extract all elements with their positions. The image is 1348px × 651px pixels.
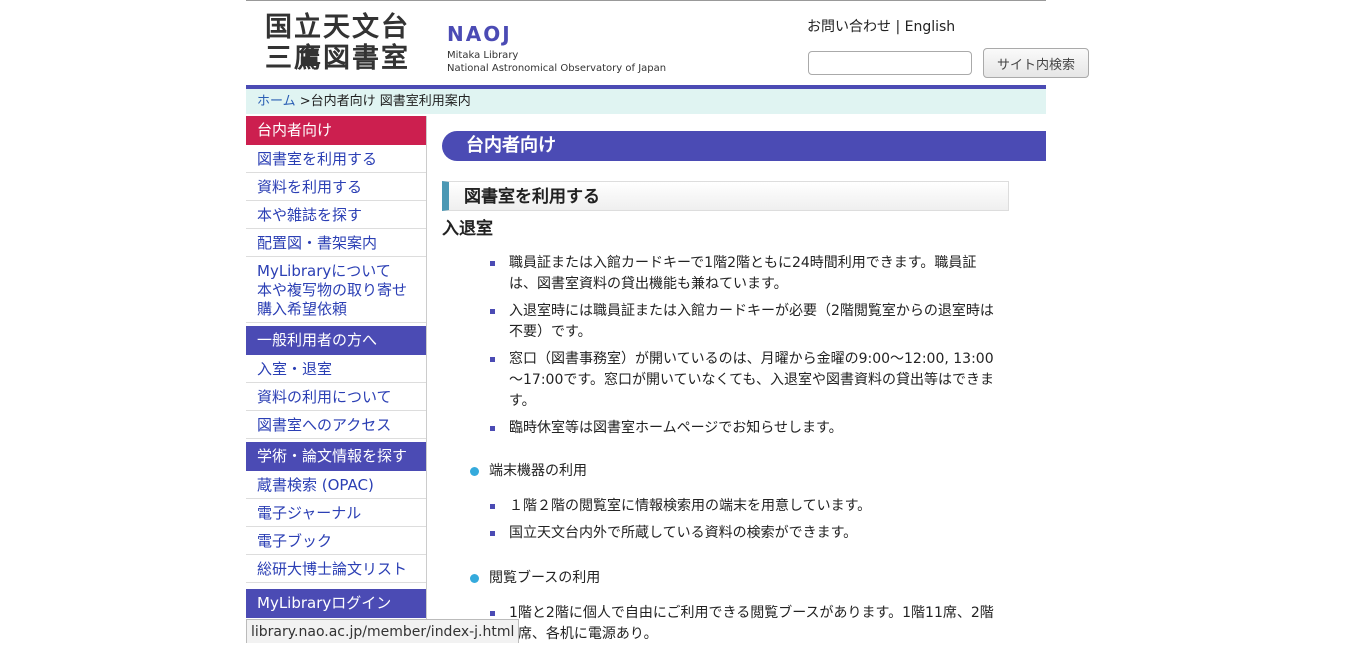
sidebar-mylibrary-login[interactable]: MyLibraryログイン (246, 589, 426, 618)
list-item: 国立天文台内外で所蔵している資料の検索ができます。 (490, 523, 1000, 544)
english-link[interactable]: English (905, 19, 956, 35)
top-links: お問い合わせ | English (807, 16, 955, 36)
breadcrumb-current: >台内者向け 図書室利用案内 (295, 94, 471, 109)
sidebar-section-internal[interactable]: 台内者向け (246, 116, 426, 145)
logo-jp-line1: 国立天文台 (265, 12, 410, 43)
site-search-input[interactable] (808, 51, 972, 75)
contact-link[interactable]: お問い合わせ (807, 19, 891, 35)
sidebar-link[interactable]: 電子ブック (257, 532, 426, 551)
sidebar-item-use-materials[interactable]: 資料を利用する (246, 173, 426, 201)
sidebar-link[interactable]: 蔵書検索 (OPAC) (257, 476, 426, 495)
sidebar-link[interactable]: 図書室を利用する (257, 150, 426, 169)
naoj-logo[interactable]: NAOJ (447, 22, 512, 46)
breadcrumb: ホーム >台内者向け 図書室利用案内 (246, 89, 1046, 114)
sidebar-section-general[interactable]: 一般利用者の方へ (246, 326, 426, 355)
logo-english-text: Mitaka Library National Astronomical Obs… (447, 49, 666, 75)
sidebar-item-floor-map[interactable]: 配置図・書架案内 (246, 229, 426, 257)
sidebar-link[interactable]: 電子ジャーナル (257, 504, 426, 523)
sidebar-link[interactable]: 配置図・書架案内 (257, 234, 426, 253)
terminal-list: １階２階の閲覧室に情報検索用の端末を用意しています。 国立天文台内外で所蔵してい… (490, 496, 1000, 544)
sidebar-link[interactable]: 資料を利用する (257, 178, 426, 197)
sidebar-link[interactable]: MyLibraryについて (257, 262, 426, 281)
logo-en-line2: National Astronomical Observatory of Jap… (447, 63, 667, 74)
logo-en-line1: Mitaka Library (447, 50, 519, 61)
sidebar-section-research[interactable]: 学術・論文情報を探す (246, 442, 426, 471)
sidebar-item-use-library[interactable]: 図書室を利用する (246, 145, 426, 173)
link-separator: | (891, 19, 905, 35)
sidebar-item-ejournal[interactable]: 電子ジャーナル (246, 499, 426, 527)
list-item: 窓口（図書事務室）が開いているのは、月曜から金曜の9:00～12:00, 13:… (490, 349, 1000, 412)
breadcrumb-home[interactable]: ホーム (257, 94, 296, 109)
sidebar-item-find-books[interactable]: 本や雑誌を探す (246, 201, 426, 229)
list-item: 臨時休室等は図書室ホームページでお知らせします。 (490, 418, 1000, 439)
status-bar-url: library.nao.ac.jp/member/index-j.html (246, 619, 520, 643)
library-logo[interactable]: 国立天文台 三鷹図書室 (265, 12, 410, 74)
entry-list: 職員証または入館カードキーで1階2階ともに24時間利用できます。職員証は、図書室… (490, 253, 1000, 439)
sidebar-link[interactable]: 総研大博士論文リスト (257, 560, 426, 579)
site-search-button[interactable]: サイト内検索 (983, 48, 1089, 78)
sidebar-item-ebook[interactable]: 電子ブック (246, 527, 426, 555)
page: 国立天文台 三鷹図書室 NAOJ Mitaka Library National… (246, 0, 1089, 642)
sidebar-link[interactable]: 入室・退室 (257, 360, 426, 379)
top-border (246, 0, 1046, 1)
terminal-heading: 端末機器の利用 (470, 461, 1046, 482)
list-item: １階２階の閲覧室に情報検索用の端末を用意しています。 (490, 496, 1000, 517)
section-heading: 図書室を利用する (442, 181, 1009, 211)
list-item: 入退室時には職員証または入館カードキーが必要（2階閲覧室からの退室時は不要）です… (490, 301, 1000, 343)
sidebar: 台内者向け 図書室を利用する 資料を利用する 本や雑誌を探す 配置図・書架案内 … (246, 116, 426, 618)
sidebar-link[interactable]: 資料の利用について (257, 388, 426, 407)
sidebar-link[interactable]: 本や複写物の取り寄せ (257, 281, 426, 300)
sidebar-item-mylibrary[interactable]: MyLibraryについて 本や複写物の取り寄せ 購入希望依頼 (246, 257, 426, 323)
booth-heading: 閲覧ブースの利用 (470, 568, 1046, 589)
sidebar-item-theses[interactable]: 総研大博士論文リスト (246, 555, 426, 583)
booth-list: 1階と2階に個人で自由にご利用できる閲覧ブースがあります。1階11席、2階8席、… (490, 603, 1000, 645)
list-item: 1階と2階に個人で自由にご利用できる閲覧ブースがあります。1階11席、2階8席、… (490, 603, 1000, 645)
sidebar-link[interactable]: 本や雑誌を探す (257, 206, 426, 225)
page-title: 台内者向け (442, 131, 1046, 161)
sidebar-item-entry[interactable]: 入室・退室 (246, 355, 426, 383)
sidebar-divider (426, 116, 427, 642)
sidebar-item-access[interactable]: 図書室へのアクセス (246, 411, 426, 439)
sidebar-item-materials-use[interactable]: 資料の利用について (246, 383, 426, 411)
sidebar-link[interactable]: 購入希望依頼 (257, 300, 426, 319)
main-content: 台内者向け 図書室を利用する 入退室 職員証または入館カードキーで1階2階ともに… (442, 131, 1046, 651)
sidebar-item-opac[interactable]: 蔵書検索 (OPAC) (246, 471, 426, 499)
sidebar-link[interactable]: 図書室へのアクセス (257, 416, 426, 435)
subsection-heading-entry: 入退室 (442, 219, 493, 239)
list-item: 職員証または入館カードキーで1階2階ともに24時間利用できます。職員証は、図書室… (490, 253, 1000, 295)
logo-jp-line2: 三鷹図書室 (265, 43, 410, 74)
